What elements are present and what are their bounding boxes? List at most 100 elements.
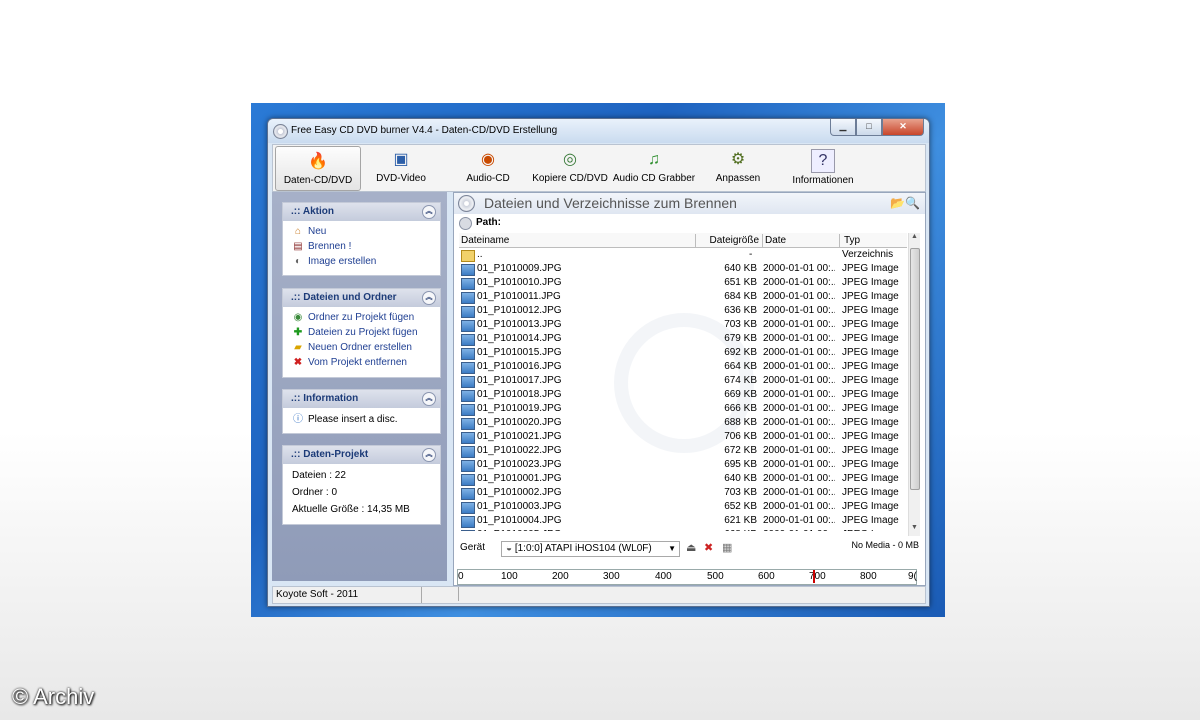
toolbar-data-disc[interactable]: 🔥 Daten-CD/DVD — [275, 146, 361, 191]
table-row[interactable]: 01_P1010001.JPG 640 KB 2000-01-01 00:... JP… — [459, 472, 907, 486]
action-panel-header[interactable]: .:: Aktion ︽ — [283, 203, 440, 221]
table-row[interactable]: 01_P1010005.JPG 668 KB 2000-01-01 00:... JP… — [459, 528, 907, 531]
files-panel-header[interactable]: .:: Dateien und Ordner ︽ — [283, 289, 440, 307]
column-date[interactable]: Date — [763, 234, 840, 247]
cell-type: JPEG Image — [842, 403, 899, 414]
cell-type: JPEG Image — [842, 333, 899, 344]
table-row[interactable]: 01_P1010018.JPG 669 KB 2000-01-01 00:... JP… — [459, 388, 907, 402]
cell-type: Verzeichnis — [842, 249, 894, 260]
scroll-up-arrow[interactable]: ▲ — [909, 233, 920, 245]
project-size: Aktuelle Größe : 14,35 MB — [292, 504, 410, 515]
toolbar-dvd-video[interactable]: ▣ DVD-Video — [365, 145, 437, 191]
collapse-icon[interactable]: ︽ — [422, 448, 436, 462]
toolbar-customize[interactable]: ⚙ Anpassen — [709, 145, 767, 191]
jpeg-file-icon — [461, 334, 475, 346]
folder-up-icon — [461, 250, 475, 262]
collapse-icon[interactable]: ︽ — [422, 392, 436, 406]
add-files-action[interactable]: ✚ Dateien zu Projekt fügen — [283, 325, 440, 340]
jpeg-file-icon — [461, 292, 475, 304]
path-bar: Path: — [454, 215, 925, 231]
table-row[interactable]: 01_P1010003.JPG 652 KB 2000-01-01 00:... JP… — [459, 500, 907, 514]
minimize-button[interactable]: ▁ — [830, 119, 856, 136]
toolbar-label: Audio CD Grabber — [612, 173, 696, 184]
cell-date: 2000-01-01 00:... — [763, 333, 835, 344]
chevron-down-icon: ▼ — [668, 544, 676, 553]
table-row[interactable]: 01_P1010021.JPG 706 KB 2000-01-01 00:... JP… — [459, 430, 907, 444]
data-disc-icon: 🔥 — [308, 153, 328, 170]
device-select[interactable]: ◒ [1:0:0] ATAPI iHOS104 (WL0F) ▼ — [501, 541, 680, 557]
capacity-ruler: 0 100 200 300 400 500 600 700 800 9( — [457, 569, 917, 585]
panel-title: .:: Information — [291, 393, 359, 404]
cell-date: 2000-01-01 00:... — [763, 445, 835, 456]
action-burn[interactable]: ▤ Brennen ! — [283, 239, 440, 254]
jpeg-file-icon — [461, 488, 475, 500]
jpeg-file-icon — [461, 348, 475, 360]
information-panel-header[interactable]: .:: Information ︽ — [283, 390, 440, 408]
maximize-button[interactable]: □ — [856, 119, 882, 136]
help-icon: ? — [811, 149, 835, 173]
table-row[interactable]: 01_P1010019.JPG 666 KB 2000-01-01 00:... JP… — [459, 402, 907, 416]
jpeg-file-icon — [461, 516, 475, 528]
cell-name: 01_P1010015.JPG — [477, 347, 562, 358]
table-row[interactable]: 01_P1010013.JPG 703 KB 2000-01-01 00:... JP… — [459, 318, 907, 332]
table-row[interactable]: 01_P1010017.JPG 674 KB 2000-01-01 00:... JP… — [459, 374, 907, 388]
cell-date: 2000-01-01 00:... — [763, 361, 835, 372]
table-row[interactable]: 01_P1010020.JPG 688 KB 2000-01-01 00:... JP… — [459, 416, 907, 430]
table-row[interactable]: 01_P1010014.JPG 679 KB 2000-01-01 00:... JP… — [459, 332, 907, 346]
ruler-tick: 300 — [603, 571, 620, 582]
cell-name: 01_P1010020.JPG — [477, 417, 562, 428]
toolbar-audio-cd[interactable]: ◉ Audio-CD — [453, 145, 523, 191]
cell-type: JPEG Image — [842, 473, 899, 484]
cell-size: 664 KB — [724, 361, 757, 372]
table-row-parent[interactable]: .. - Verzeichnis — [459, 248, 907, 262]
device-label: Gerät — [460, 542, 486, 553]
ruler-tick: 700 — [809, 571, 826, 582]
cell-size: 640 KB — [724, 263, 757, 274]
eject-icon[interactable]: ⏏ — [686, 538, 696, 558]
action-create-image[interactable]: ◐ Image erstellen — [283, 254, 440, 269]
add-folder-action[interactable]: ◉ Ordner zu Projekt fügen — [283, 310, 440, 325]
vertical-scrollbar[interactable]: ▲ ▼ — [908, 233, 920, 536]
jpeg-file-icon — [461, 376, 475, 388]
collapse-icon[interactable]: ︽ — [422, 205, 436, 219]
folder-search-icon[interactable]: 📂🔍 — [890, 196, 920, 210]
erase-disc-icon[interactable]: ✖ — [704, 538, 713, 558]
column-type[interactable]: Typ — [842, 234, 904, 247]
toolbar-copy-disc[interactable]: ◎ Kopiere CD/DVD — [531, 145, 609, 191]
disc-info-icon[interactable]: ▦ — [722, 538, 732, 558]
ruler-tick: 600 — [758, 571, 775, 582]
table-row[interactable]: 01_P1010010.JPG 651 KB 2000-01-01 00:... JP… — [459, 276, 907, 290]
table-row[interactable]: 01_P1010016.JPG 664 KB 2000-01-01 00:... JP… — [459, 360, 907, 374]
toolbar-information[interactable]: ? Informationen — [785, 145, 861, 191]
new-folder-action[interactable]: ▰ Neuen Ordner erstellen — [283, 340, 440, 355]
jpeg-file-icon — [461, 418, 475, 430]
new-icon: ⌂ — [294, 226, 302, 237]
table-row[interactable]: 01_P1010011.JPG 684 KB 2000-01-01 00:... JP… — [459, 290, 907, 304]
toolbar-label: Kopiere CD/DVD — [532, 173, 608, 184]
table-row[interactable]: 01_P1010022.JPG 672 KB 2000-01-01 00:... JP… — [459, 444, 907, 458]
table-row[interactable]: 01_P1010009.JPG 640 KB 2000-01-01 00:... JP… — [459, 262, 907, 276]
column-name[interactable]: Dateiname — [459, 234, 696, 247]
action-new[interactable]: ⌂ Neu — [283, 224, 440, 239]
cell-name: 01_P1010014.JPG — [477, 333, 562, 344]
scroll-thumb[interactable] — [910, 248, 920, 490]
column-size[interactable]: Dateigröße — [697, 234, 763, 247]
table-row[interactable]: 01_P1010004.JPG 621 KB 2000-01-01 00:... JP… — [459, 514, 907, 528]
gear-icon: ⚙ — [730, 151, 746, 168]
title-bar[interactable]: Free Easy CD DVD burner V4.4 - Daten-CD/… — [268, 119, 929, 143]
cell-size: 651 KB — [724, 277, 757, 288]
close-button[interactable]: ✕ — [882, 119, 924, 136]
capacity-marker — [813, 570, 815, 583]
panel-title: .:: Dateien und Ordner — [291, 292, 397, 303]
data-project-panel-header[interactable]: .:: Daten-Projekt ︽ — [283, 446, 440, 464]
remove-action[interactable]: ✖ Vom Projekt entfernen — [283, 355, 440, 370]
table-row[interactable]: 01_P1010012.JPG 636 KB 2000-01-01 00:... JP… — [459, 304, 907, 318]
ruler-tick: 200 — [552, 571, 569, 582]
collapse-icon[interactable]: ︽ — [422, 291, 436, 305]
toolbar-audio-grabber[interactable]: ♫ Audio CD Grabber — [611, 145, 697, 191]
table-row[interactable]: 01_P1010015.JPG 692 KB 2000-01-01 00:... JP… — [459, 346, 907, 360]
cell-type: JPEG Image — [842, 487, 899, 498]
table-row[interactable]: 01_P1010002.JPG 703 KB 2000-01-01 00:... JP… — [459, 486, 907, 500]
jpeg-file-icon — [461, 390, 475, 402]
table-row[interactable]: 01_P1010023.JPG 695 KB 2000-01-01 00:... JP… — [459, 458, 907, 472]
